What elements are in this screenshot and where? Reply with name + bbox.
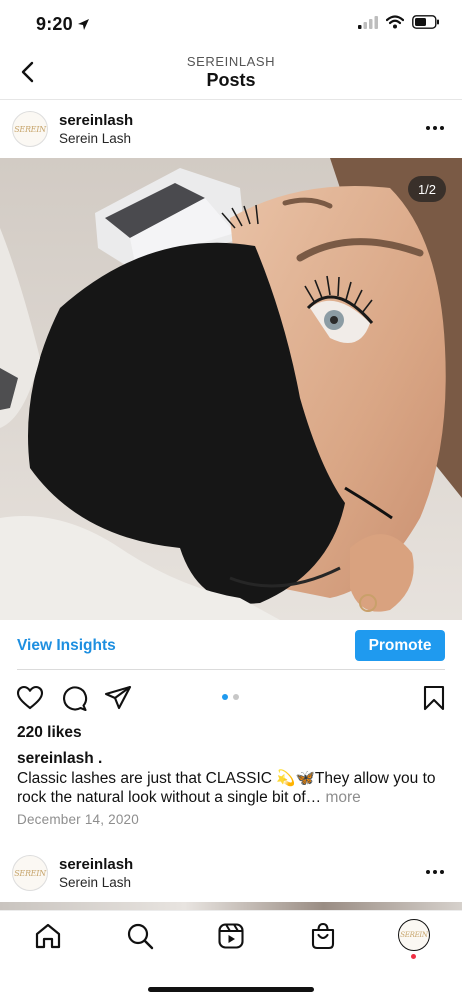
share-button[interactable]: [104, 684, 132, 712]
caption-text: Classic lashes are just that CLASSIC 💫🦋T…: [17, 770, 436, 806]
tab-profile[interactable]: SEREIN: [398, 919, 430, 951]
shop-icon: [311, 922, 335, 950]
post-image[interactable]: 1/2: [0, 158, 462, 620]
home-indicator[interactable]: [148, 987, 314, 992]
share-icon: [104, 685, 132, 710]
bookmark-icon: [423, 685, 445, 711]
more-options-button[interactable]: [424, 120, 446, 136]
next-post-display-name: Serein Lash: [59, 875, 132, 890]
signal-icon: [358, 15, 378, 29]
insights-divider: [17, 669, 445, 670]
wifi-icon: [386, 15, 404, 29]
clock-text: 9:20: [36, 14, 73, 34]
promote-button[interactable]: Promote: [355, 630, 445, 661]
comment-button[interactable]: [60, 684, 88, 712]
search-icon: [127, 923, 154, 950]
caption-username[interactable]: sereinlash .: [17, 750, 102, 768]
next-post-header: SEREIN sereinlash Serein Lash: [0, 844, 462, 902]
header-account-name: SEREINLASH: [186, 54, 276, 69]
heart-icon: [16, 685, 44, 710]
tab-shop[interactable]: [308, 921, 338, 951]
post-date: December 14, 2020: [17, 812, 139, 827]
carousel-indicator: [222, 694, 239, 700]
battery-icon: [412, 15, 439, 29]
home-icon: [35, 923, 61, 949]
more-horizontal-icon: [426, 126, 444, 130]
bottom-tab-bar: SEREIN: [0, 910, 462, 1000]
notification-dot: [411, 954, 416, 959]
nav-header: SEREINLASH Posts: [0, 48, 462, 100]
caption-more-link[interactable]: more: [325, 789, 360, 806]
post-actions: [0, 680, 462, 720]
post-display-name: Serein Lash: [59, 131, 132, 146]
more-horizontal-icon: [426, 870, 444, 874]
status-bar: 9:20: [0, 0, 462, 48]
location-arrow-icon: [77, 19, 89, 30]
avatar-logo-text: SEREIN: [14, 124, 46, 134]
next-post-more-button[interactable]: [424, 864, 446, 880]
next-post-image-peek: [0, 902, 462, 910]
avatar[interactable]: SEREIN: [12, 111, 48, 147]
next-post-username[interactable]: sereinlash: [59, 856, 133, 873]
page-title: Posts: [206, 70, 256, 90]
status-time: 9:20: [36, 14, 90, 35]
save-button[interactable]: [420, 684, 448, 712]
reels-icon: [218, 923, 244, 949]
image-counter-badge: 1/2: [408, 176, 446, 202]
post-caption: Classic lashes are just that CLASSIC 💫🦋T…: [17, 769, 447, 807]
carousel-dot-active: [222, 694, 228, 700]
profile-icon: SEREIN: [400, 931, 428, 939]
like-button[interactable]: [16, 684, 44, 712]
tab-search[interactable]: [125, 921, 155, 951]
likes-count[interactable]: 220 likes: [17, 724, 82, 742]
insights-row: View Insights Promote: [0, 620, 462, 670]
comment-icon: [63, 686, 88, 712]
post-username[interactable]: sereinlash: [59, 112, 133, 129]
lash-photo-illustration: [0, 158, 462, 620]
carousel-dot: [233, 694, 239, 700]
next-post-avatar[interactable]: SEREIN: [12, 855, 48, 891]
view-insights-link[interactable]: View Insights: [17, 637, 116, 655]
tab-reels[interactable]: [216, 921, 246, 951]
post-header: SEREIN sereinlash Serein Lash: [0, 100, 462, 158]
avatar-logo-text: SEREIN: [14, 868, 46, 878]
status-indicators: [358, 15, 440, 29]
tab-home[interactable]: [33, 921, 63, 951]
